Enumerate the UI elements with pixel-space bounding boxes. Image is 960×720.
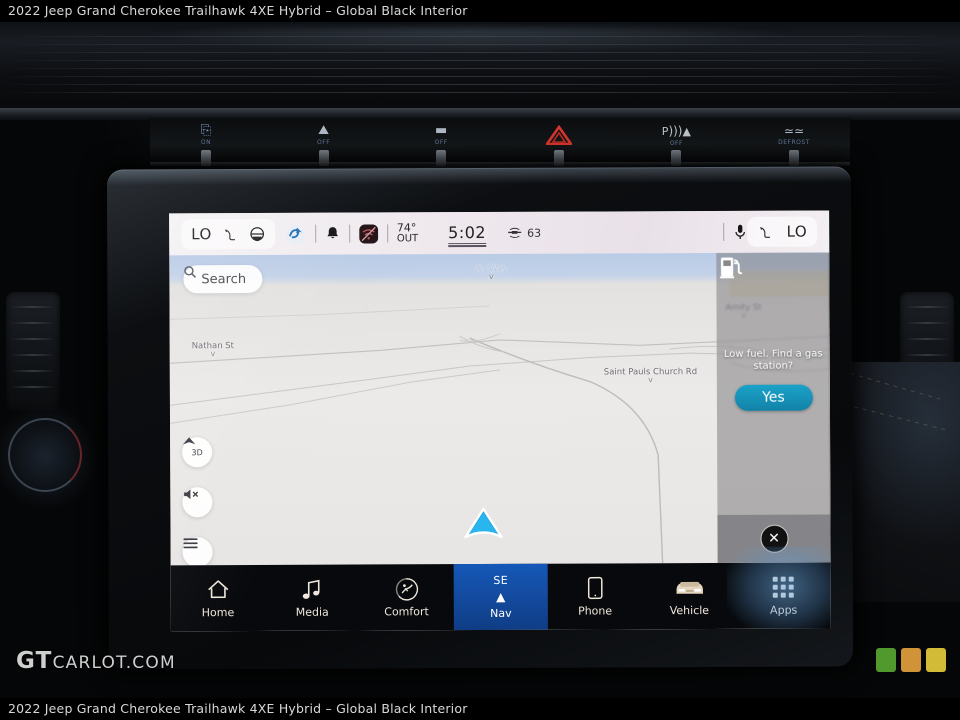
dashboard-top bbox=[0, 22, 960, 118]
park-assist-button[interactable]: P)))▲ OFF bbox=[630, 124, 722, 166]
nav-tab-vehicle-label: Vehicle bbox=[669, 603, 710, 617]
map-label-saint-pauls-church-rd: Saint Pauls Church Rd v bbox=[603, 367, 698, 385]
nav-tab-apps-label: Apps bbox=[770, 603, 798, 617]
nav-tab-nav[interactable]: SE ▲ Nav bbox=[453, 563, 549, 631]
auto-hold-button[interactable]: ⎘ ON bbox=[160, 123, 252, 166]
dash-gloss bbox=[120, 28, 820, 54]
swatch-orange bbox=[901, 648, 921, 672]
rear-defrost-icon: ≃≃ bbox=[783, 124, 805, 138]
caption-top: 2022 Jeep Grand Cherokee Trailhawk 4XE H… bbox=[0, 0, 960, 22]
infotainment-screen[interactable]: LO 74° OUT 5:02 63 LO Search Nathan St v… bbox=[169, 210, 831, 632]
screenshot-root: 2022 Jeep Grand Cherokee Trailhawk 4XE H… bbox=[0, 0, 960, 720]
nav-compass-heading: SE bbox=[493, 573, 509, 587]
volume-value: 63 bbox=[527, 226, 542, 240]
nav-tab-apps[interactable]: Apps bbox=[726, 546, 831, 632]
auto-hold-icon: ⎘ bbox=[200, 123, 212, 138]
low-fuel-message: Low fuel. Find a gas station? bbox=[723, 348, 823, 372]
status-divider bbox=[386, 224, 388, 243]
search-input[interactable]: Search bbox=[183, 264, 263, 294]
passenger-climate-group[interactable]: LO bbox=[747, 216, 818, 247]
passenger-seat-heater-icon[interactable] bbox=[758, 223, 775, 240]
status-divider bbox=[314, 224, 316, 243]
watermark-rest: CARLOT.COM bbox=[52, 653, 176, 673]
nav-tab-comfort-label: Comfort bbox=[384, 604, 429, 618]
traction-control-button[interactable]: ⛰ OFF bbox=[278, 123, 370, 166]
nav-tab-media-label: Media bbox=[295, 605, 329, 619]
outside-temp-label: OUT bbox=[396, 233, 419, 245]
nav-tab-phone-label: Phone bbox=[578, 603, 613, 618]
traction-control-state: OFF bbox=[317, 139, 331, 146]
volume-indicator[interactable]: 63 bbox=[506, 226, 541, 239]
physical-button-row: ⎘ ON ⛰ OFF ▬ OFF P)))▲ OFF ≃≃ DEFROST bbox=[150, 118, 850, 166]
find-gas-station-yes-button[interactable]: Yes bbox=[734, 384, 813, 411]
park-assist-icon: P)))▲ bbox=[661, 124, 691, 138]
park-sensor-icon: ▬ bbox=[435, 123, 448, 138]
bezel-highlight bbox=[106, 166, 851, 186]
swatch-green bbox=[876, 648, 896, 672]
driver-climate-group[interactable]: LO bbox=[181, 218, 275, 250]
watermark-gt: GT bbox=[16, 648, 53, 674]
caption-bottom: 2022 Jeep Grand Cherokee Trailhawk 4XE H… bbox=[0, 698, 960, 720]
swatch-yellow bbox=[926, 648, 946, 672]
map-label-nathan-st: Nathan St v bbox=[191, 341, 235, 359]
seat-heater-icon[interactable] bbox=[222, 226, 239, 243]
color-swatches bbox=[876, 648, 946, 672]
status-divider bbox=[723, 222, 725, 241]
bell-icon[interactable] bbox=[325, 226, 340, 242]
rear-defrost-button[interactable]: ≃≃ DEFROST bbox=[748, 124, 840, 166]
traction-control-icon: ⛰ bbox=[318, 123, 330, 138]
infotainment-bezel: LO 74° OUT 5:02 63 LO Search Nathan St v… bbox=[106, 166, 854, 670]
volume-slider-icon bbox=[506, 226, 523, 239]
home-icon bbox=[206, 578, 229, 602]
climate-dial-icon[interactable] bbox=[249, 226, 265, 242]
map-menu-button[interactable] bbox=[182, 537, 213, 566]
gtcarlot-watermark: GTCARLOT.COM bbox=[16, 648, 176, 674]
status-bar: LO 74° OUT 5:02 63 LO bbox=[169, 210, 830, 256]
microphone-icon[interactable] bbox=[734, 223, 748, 240]
hazard-triangle-icon bbox=[545, 125, 572, 145]
phone-icon bbox=[587, 576, 603, 600]
close-alert-button[interactable]: ✕ bbox=[759, 524, 789, 553]
music-note-icon bbox=[302, 577, 322, 601]
nav-tab-home-label: Home bbox=[201, 605, 235, 619]
left-air-vent bbox=[6, 292, 60, 412]
rear-defrost-state: DEFROST bbox=[778, 139, 810, 146]
map-3d-label: 3D bbox=[191, 447, 203, 457]
outside-temp-value: 74° bbox=[396, 220, 417, 234]
map-mute-toggle[interactable] bbox=[182, 487, 213, 518]
nav-tab-home[interactable]: Home bbox=[171, 565, 266, 631]
comfort-seat-icon bbox=[394, 577, 418, 601]
park-sensor-state: OFF bbox=[434, 139, 448, 146]
clock[interactable]: 5:02 bbox=[448, 222, 487, 244]
map-3d-toggle[interactable]: 3D bbox=[182, 437, 213, 468]
passenger-temperature[interactable]: LO bbox=[787, 223, 808, 241]
nav-tab-phone[interactable]: Phone bbox=[548, 563, 643, 629]
nav-tab-nav-label: Nav bbox=[490, 606, 512, 620]
search-placeholder-text: Search bbox=[201, 271, 247, 287]
status-divider bbox=[348, 224, 350, 243]
outside-temperature: 74° OUT bbox=[396, 220, 419, 245]
bottom-navigation-bar: Home Media Comfort SE ▲ Nav Phone Vehicl… bbox=[170, 546, 831, 632]
vehicle-interior-photo: ⎘ ON ⛰ OFF ▬ OFF P)))▲ OFF ≃≃ DEFROST LO… bbox=[0, 22, 960, 698]
nav-tab-comfort[interactable]: Comfort bbox=[359, 564, 454, 630]
nav-tab-vehicle[interactable]: Vehicle bbox=[642, 563, 737, 629]
park-sensor-button[interactable]: ▬ OFF bbox=[395, 123, 487, 166]
park-assist-state: OFF bbox=[669, 140, 683, 147]
recirculate-icon[interactable] bbox=[285, 223, 306, 244]
nav-tab-media[interactable]: Media bbox=[265, 565, 360, 631]
driver-temperature[interactable]: LO bbox=[191, 225, 212, 243]
vehicle-icon bbox=[672, 576, 706, 600]
apps-grid-icon bbox=[773, 575, 795, 599]
low-fuel-alert-panel: Low fuel. Find a gas station? Yes ✕ bbox=[716, 252, 831, 563]
alert-footer: ✕ bbox=[717, 514, 831, 563]
instrument-gauge-ring bbox=[8, 418, 82, 492]
navigation-map[interactable]: Search Nathan St v A J Way v Saint Pauls C… bbox=[169, 252, 831, 566]
map-label-aj-way: A J Way v bbox=[475, 263, 508, 281]
button-row-separator bbox=[150, 162, 850, 166]
hazard-lights-button[interactable] bbox=[513, 124, 605, 166]
nav-arrow-icon: ▲ bbox=[496, 589, 506, 604]
wifi-off-icon[interactable] bbox=[358, 223, 378, 244]
auto-hold-state: ON bbox=[200, 139, 212, 146]
